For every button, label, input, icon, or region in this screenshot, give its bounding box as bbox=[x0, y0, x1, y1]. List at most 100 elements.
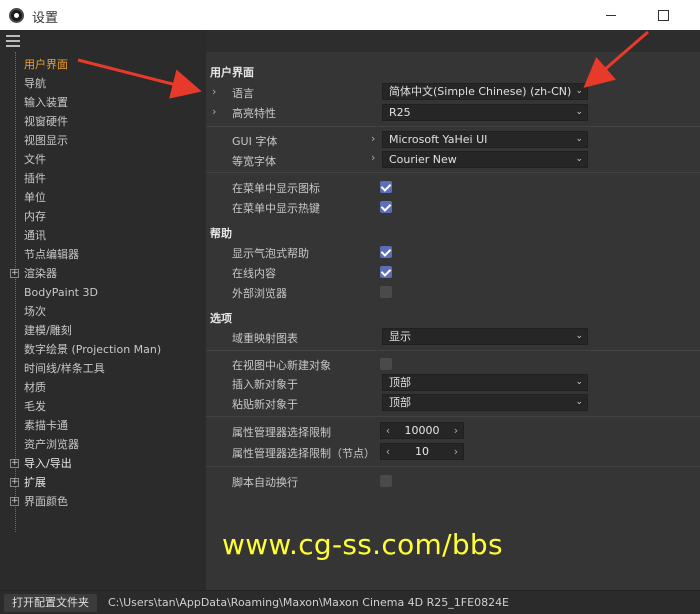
attr-limit-node-stepper[interactable]: ‹ 10 › bbox=[380, 443, 464, 460]
expand-plus-icon[interactable]: + bbox=[10, 269, 19, 278]
chevron-down-icon: ⌄ bbox=[575, 107, 583, 117]
increment-icon[interactable]: › bbox=[450, 423, 462, 438]
sidebar-item[interactable]: 通讯 bbox=[24, 226, 46, 245]
title-bar: 设置 bbox=[0, 0, 700, 30]
sidebar-item[interactable]: 导航 bbox=[24, 74, 46, 93]
sidebar-item[interactable]: 资产浏览器 bbox=[24, 435, 79, 454]
sidebar-item[interactable]: 导入/导出 bbox=[24, 454, 72, 473]
online-content-label: 在线内容 bbox=[232, 267, 276, 280]
sidebar-item[interactable]: 时间线/样条工具 bbox=[24, 359, 105, 378]
sidebar-item[interactable]: 数字绘景 (Projection Man) bbox=[24, 340, 161, 359]
highlight-label: 高亮特性 bbox=[232, 107, 276, 120]
sidebar-item[interactable]: 视图显示 bbox=[24, 131, 68, 150]
sidebar: 用户界面 导航 输入装置 视窗硬件 视图显示 文件 插件 单位 内存 通讯 节点编辑器 + 渲染器 Bod… bbox=[0, 30, 206, 590]
sidebar-item[interactable]: 毛发 bbox=[24, 397, 46, 416]
online-content-checkbox[interactable] bbox=[380, 266, 392, 278]
watermark-text: www.cg-ss.com/bbs bbox=[222, 528, 503, 561]
mono-font-label: 等宽字体 bbox=[232, 155, 276, 168]
attr-limit-label: 属性管理器选择限制 bbox=[232, 426, 331, 439]
chevron-down-icon: ⌄ bbox=[575, 86, 583, 96]
maximize-icon[interactable] bbox=[640, 0, 686, 30]
menu-hotkeys-checkbox[interactable] bbox=[380, 201, 392, 213]
chevron-down-icon: ⌄ bbox=[575, 154, 583, 164]
divider bbox=[206, 172, 700, 173]
cinema4d-app-icon bbox=[9, 8, 24, 23]
sidebar-item[interactable]: 插件 bbox=[24, 169, 46, 188]
domain-remap-value: 显示 bbox=[389, 330, 411, 343]
sidebar-item[interactable]: BodyPaint 3D bbox=[24, 283, 98, 302]
menu-icons-label: 在菜单中显示图标 bbox=[232, 182, 320, 195]
minimize-icon[interactable] bbox=[588, 0, 634, 30]
sidebar-item[interactable]: 输入装置 bbox=[24, 93, 68, 112]
section-title-options: 选项 bbox=[210, 312, 232, 325]
open-config-folder-button[interactable]: 打开配置文件夹 bbox=[4, 594, 97, 612]
sidebar-item[interactable]: 内存 bbox=[24, 207, 46, 226]
settings-panel: 用户界面 › 语言 简体中文(Simple Chinese) (zh-CN) ⌄… bbox=[206, 52, 700, 590]
script-wrap-label: 脚本自动换行 bbox=[232, 476, 298, 489]
divider bbox=[206, 126, 700, 127]
script-wrap-checkbox[interactable] bbox=[380, 475, 392, 487]
expand-gui-font-icon[interactable]: › bbox=[371, 132, 375, 145]
chevron-down-icon: ⌄ bbox=[575, 377, 583, 387]
gui-font-dropdown[interactable]: Microsoft YaHei UI ⌄ bbox=[382, 131, 588, 148]
expand-plus-icon[interactable]: + bbox=[10, 459, 19, 468]
chevron-down-icon: ⌄ bbox=[575, 397, 583, 407]
insert-object-label: 插入新对象于 bbox=[232, 378, 298, 391]
expand-highlight-icon[interactable]: › bbox=[212, 105, 216, 118]
sidebar-item[interactable]: 界面颜色 bbox=[24, 492, 68, 511]
expand-plus-icon[interactable]: + bbox=[10, 497, 19, 506]
expand-mono-font-icon[interactable]: › bbox=[371, 151, 375, 164]
paste-object-label: 粘贴新对象于 bbox=[232, 398, 298, 411]
sidebar-item[interactable]: 场次 bbox=[24, 302, 46, 321]
attr-limit-node-value: 10 bbox=[415, 445, 429, 458]
hamburger-menu-icon[interactable] bbox=[6, 35, 20, 47]
sidebar-item[interactable]: 节点编辑器 bbox=[24, 245, 79, 264]
sidebar-item[interactable]: 材质 bbox=[24, 378, 46, 397]
mono-font-dropdown[interactable]: Courier New ⌄ bbox=[382, 151, 588, 168]
bubble-help-label: 显示气泡式帮助 bbox=[232, 247, 309, 260]
status-bar: 打开配置文件夹 C:\Users\tan\AppData\Roaming\Max… bbox=[0, 590, 700, 614]
external-browser-checkbox[interactable] bbox=[380, 286, 392, 298]
menu-icons-checkbox[interactable] bbox=[380, 181, 392, 193]
gui-font-label: GUI 字体 bbox=[232, 135, 278, 148]
section-title-help: 帮助 bbox=[210, 227, 232, 240]
sidebar-item[interactable]: 单位 bbox=[24, 188, 46, 207]
attr-limit-node-label: 属性管理器选择限制（节点） bbox=[232, 447, 375, 460]
mono-font-value: Courier New bbox=[389, 153, 457, 166]
gui-font-value: Microsoft YaHei UI bbox=[389, 133, 488, 146]
increment-icon[interactable]: › bbox=[450, 444, 462, 459]
sidebar-item[interactable]: 文件 bbox=[24, 150, 46, 169]
paste-object-value: 顶部 bbox=[389, 396, 411, 409]
create-center-checkbox[interactable] bbox=[380, 358, 392, 370]
attr-limit-value: 10000 bbox=[404, 424, 440, 437]
sidebar-item[interactable]: 扩展 bbox=[24, 473, 46, 492]
chevron-down-icon: ⌄ bbox=[575, 134, 583, 144]
sidebar-item[interactable]: 渲染器 bbox=[24, 264, 57, 283]
highlight-value: R25 bbox=[389, 106, 411, 119]
sidebar-item[interactable]: 建模/雕刻 bbox=[24, 321, 72, 340]
language-label: 语言 bbox=[232, 87, 254, 100]
paste-object-dropdown[interactable]: 顶部 ⌄ bbox=[382, 394, 588, 411]
sidebar-item[interactable]: 素描卡通 bbox=[24, 416, 68, 435]
divider bbox=[206, 466, 700, 467]
language-value: 简体中文(Simple Chinese) (zh-CN) bbox=[389, 85, 572, 98]
divider bbox=[206, 350, 700, 351]
expand-plus-icon[interactable]: + bbox=[10, 478, 19, 487]
expand-language-icon[interactable]: › bbox=[212, 85, 216, 98]
chevron-down-icon: ⌄ bbox=[575, 331, 583, 341]
create-center-label: 在视图中心新建对象 bbox=[232, 359, 331, 372]
section-title-ui: 用户界面 bbox=[210, 66, 254, 79]
config-path: C:\Users\tan\AppData\Roaming\Maxon\Maxon… bbox=[108, 596, 510, 609]
sidebar-item[interactable]: 视窗硬件 bbox=[24, 112, 68, 131]
sidebar-item[interactable]: 用户界面 bbox=[24, 55, 68, 74]
language-dropdown[interactable]: 简体中文(Simple Chinese) (zh-CN) ⌄ bbox=[382, 83, 588, 100]
bubble-help-checkbox[interactable] bbox=[380, 246, 392, 258]
domain-remap-dropdown[interactable]: 显示 ⌄ bbox=[382, 328, 588, 345]
menu-hotkeys-label: 在菜单中显示热键 bbox=[232, 202, 320, 215]
decrement-icon[interactable]: ‹ bbox=[382, 423, 394, 438]
insert-object-dropdown[interactable]: 顶部 ⌄ bbox=[382, 374, 588, 391]
decrement-icon[interactable]: ‹ bbox=[382, 444, 394, 459]
attr-limit-stepper[interactable]: ‹ 10000 › bbox=[380, 422, 464, 439]
external-browser-label: 外部浏览器 bbox=[232, 287, 287, 300]
highlight-dropdown[interactable]: R25 ⌄ bbox=[382, 104, 588, 121]
